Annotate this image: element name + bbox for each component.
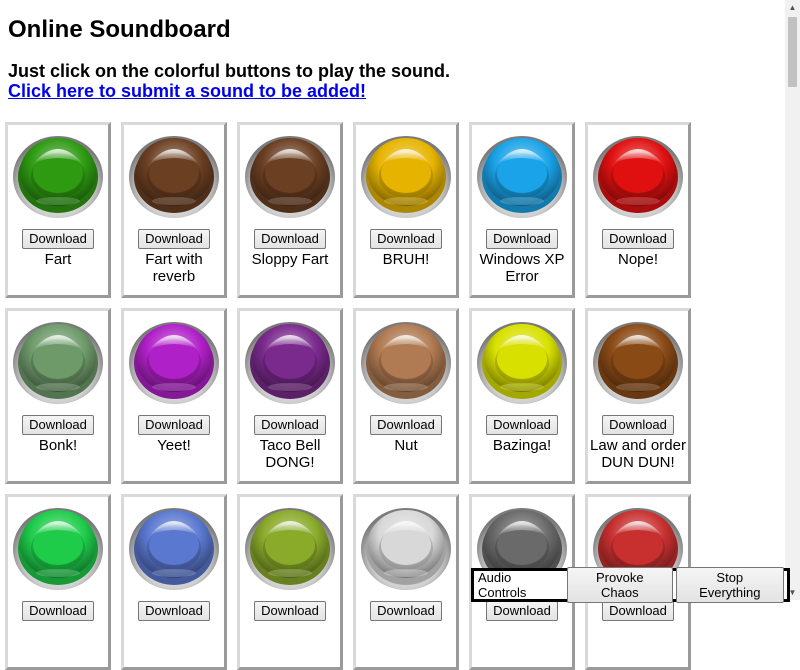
sound-play-button[interactable] [476,313,568,405]
download-button[interactable]: Download [602,229,674,249]
sound-card: Download BRUH! [353,122,459,298]
sound-card: Download [237,494,343,670]
sound-label: Nope! [617,251,659,268]
sound-label: Nut [394,437,418,454]
sound-card: Download Nut [353,308,459,484]
sound-card: Download Yeet! [121,308,227,484]
download-button[interactable]: Download [486,415,558,435]
sound-card: Download Nope! [585,122,691,298]
sound-play-button[interactable] [128,313,220,405]
sound-play-button[interactable] [128,127,220,219]
sound-label: Yeet! [157,437,191,454]
download-button[interactable]: Download [22,229,94,249]
audio-controls-panel: Audio Controls Provoke Chaos Stop Everyt… [471,567,790,603]
download-button[interactable]: Download [602,601,674,621]
sound-label: Fart [44,251,72,268]
stop-everything-button[interactable]: Stop Everything [675,567,784,603]
sound-play-button[interactable] [12,499,104,591]
sound-label: Taco Bell DONG! [259,437,321,471]
sound-label: BRUH! [382,251,430,268]
sound-play-button[interactable] [592,313,684,405]
download-button[interactable]: Download [486,229,558,249]
download-button[interactable]: Download [138,601,210,621]
page-scrollbar[interactable]: ▲ ▼ [785,0,800,600]
download-button[interactable]: Download [370,415,442,435]
download-button[interactable]: Download [486,601,558,621]
sound-play-button[interactable] [244,499,336,591]
sound-play-button[interactable] [592,127,684,219]
sound-label: Bonk! [38,437,78,454]
page-title: Online Soundboard [8,16,231,43]
sound-label: Law and order DUN DUN! [590,437,686,471]
sound-play-button[interactable] [244,127,336,219]
download-button[interactable]: Download [370,601,442,621]
sound-play-button[interactable] [12,313,104,405]
sound-card: Download Fart [5,122,111,298]
sound-play-button[interactable] [360,313,452,405]
sound-play-button[interactable] [128,499,220,591]
sound-play-button[interactable] [476,127,568,219]
sound-card: Download Fart with reverb [121,122,227,298]
sound-card: Download Taco Bell DONG! [237,308,343,484]
sound-label: Windows XP Error [479,251,565,285]
download-button[interactable]: Download [138,415,210,435]
sound-play-button[interactable] [360,127,452,219]
audio-controls-label: Audio Controls [478,570,527,600]
sound-card: Download Bonk! [5,308,111,484]
sound-card: Download Sloppy Fart [237,122,343,298]
download-button[interactable]: Download [138,229,210,249]
sound-card: Download [121,494,227,670]
download-button[interactable]: Download [254,229,326,249]
sound-label: Sloppy Fart [251,251,329,268]
scroll-up-icon[interactable]: ▲ [785,0,800,15]
download-button[interactable]: Download [22,601,94,621]
scrollbar-thumb[interactable] [788,17,797,87]
download-button[interactable]: Download [22,415,94,435]
sound-card: Download Windows XP Error [469,122,575,298]
page-content: Online Soundboard Just click on the colo… [8,0,784,101]
sound-label: Fart with reverb [145,251,203,285]
sound-play-button[interactable] [360,499,452,591]
download-button[interactable]: Download [254,415,326,435]
download-button[interactable]: Download [602,415,674,435]
download-button[interactable]: Download [254,601,326,621]
sound-card: Download Law and order DUN DUN! [585,308,691,484]
sound-card: Download Bazinga! [469,308,575,484]
sound-label: Bazinga! [492,437,552,454]
sound-card: Download [5,494,111,670]
instruction-text: Just click on the colorful buttons to pl… [8,61,451,81]
submit-sound-link[interactable]: Click here to submit a sound to be added… [8,81,366,101]
sound-play-button[interactable] [244,313,336,405]
download-button[interactable]: Download [370,229,442,249]
sound-play-button[interactable] [12,127,104,219]
provoke-chaos-button[interactable]: Provoke Chaos [567,567,673,603]
sound-card: Download [353,494,459,670]
